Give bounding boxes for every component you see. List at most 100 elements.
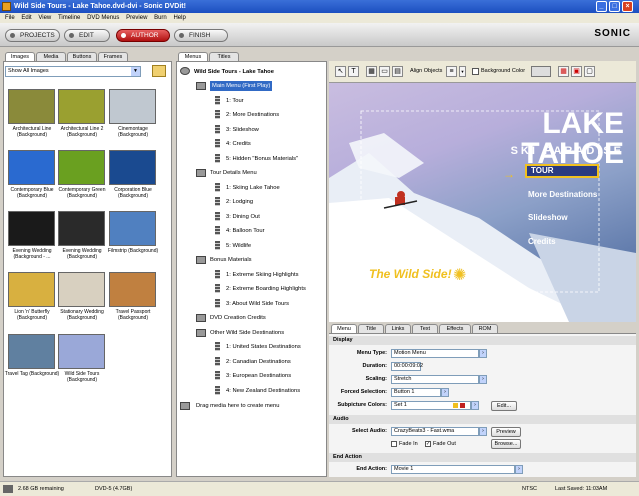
- align-dropdown-icon[interactable]: ▼: [459, 66, 466, 77]
- pointer-icon[interactable]: ↖: [335, 66, 346, 77]
- menu-burn[interactable]: Burn: [154, 15, 167, 21]
- thumbnail-image[interactable]: [8, 211, 55, 246]
- edit-mode-button[interactable]: EDIT: [64, 29, 110, 42]
- subpicture-colors-select[interactable]: Set 1: [391, 401, 471, 410]
- menu-edit[interactable]: Edit: [21, 15, 31, 21]
- menu-timeline[interactable]: Timeline: [58, 15, 80, 21]
- folder-icon[interactable]: [152, 65, 166, 77]
- chevron-right-icon[interactable]: ›: [479, 349, 487, 358]
- tree-button-item[interactable]: 3: European Destinations: [226, 371, 291, 381]
- chevron-right-icon[interactable]: ›: [515, 465, 523, 474]
- chevron-right-icon[interactable]: ›: [479, 375, 487, 384]
- select-audio-select[interactable]: CrazyBeats3 - Fast.wma: [391, 427, 479, 436]
- tree-button-item[interactable]: 4: Balloon Tour: [226, 226, 265, 236]
- thumbnail-image[interactable]: [8, 272, 55, 307]
- tree-button-item[interactable]: 3: Dining Out: [226, 212, 260, 222]
- tab-text[interactable]: Text: [412, 324, 438, 333]
- safe-area-icon[interactable]: ▭: [379, 66, 390, 77]
- tree-menu-item[interactable]: DVD Creation Credits: [210, 313, 266, 323]
- tree-menu-item[interactable]: Main Menu (First Play): [210, 81, 273, 91]
- forced-selection-select[interactable]: Button 1: [391, 388, 441, 397]
- tab-titles[interactable]: Titles: [209, 52, 239, 61]
- image-filter-select[interactable]: Show All Images ▼: [5, 66, 141, 77]
- preview-button-credits[interactable]: Credits: [528, 237, 556, 246]
- tab-buttons[interactable]: Buttons: [67, 52, 97, 61]
- thumbnail-image[interactable]: [8, 334, 55, 369]
- preview-button-more-destinations[interactable]: More Destinations: [528, 190, 597, 199]
- minimize-button[interactable]: _: [596, 1, 607, 12]
- align-objects-icon[interactable]: ≡: [446, 66, 457, 77]
- menu-type-select[interactable]: Motion Menu: [391, 349, 479, 358]
- edit-colors-button[interactable]: Edit...: [491, 401, 517, 411]
- tree-button-item[interactable]: 2: Extreme Boarding Highlights: [226, 284, 306, 294]
- tree-button-item[interactable]: 3: Slideshow: [226, 125, 259, 135]
- layout-icon[interactable]: ▤: [392, 66, 403, 77]
- tree-button-item[interactable]: 5: Hidden "Bonus Materials": [226, 154, 298, 164]
- close-button[interactable]: ×: [622, 1, 633, 12]
- tree-button-item[interactable]: 1: United States Destinations: [226, 342, 301, 352]
- tree-button-item[interactable]: 2: Canadian Destinations: [226, 357, 291, 367]
- tab-links[interactable]: Links: [385, 324, 411, 333]
- tree-menu-item[interactable]: Other Wild Side Destinations: [210, 328, 284, 338]
- tree-menu-item[interactable]: Bonus Materials: [210, 255, 252, 265]
- thumbnail-image[interactable]: [109, 89, 156, 124]
- tree-button-item[interactable]: 3: About Wild Side Tours: [226, 299, 289, 309]
- chevron-right-icon[interactable]: ›: [441, 388, 449, 397]
- tree-button-item[interactable]: 1: Skiing Lake Tahoe: [226, 183, 280, 193]
- preview-button-slideshow[interactable]: Slideshow: [528, 213, 568, 222]
- tab-images[interactable]: Images: [5, 52, 35, 61]
- tab-menus[interactable]: Menus: [178, 52, 208, 61]
- preview-button-tour[interactable]: TOUR: [525, 164, 599, 178]
- fade-in-checkbox[interactable]: [391, 441, 397, 447]
- disc-type-select[interactable]: DVD-5 (4.7GB): [95, 482, 132, 496]
- tab-title[interactable]: Title: [358, 324, 384, 333]
- thumbnail-image[interactable]: [58, 272, 105, 307]
- maximize-button[interactable]: □: [609, 1, 620, 12]
- tree-button-item[interactable]: 4: New Zealand Destinations: [226, 386, 300, 396]
- menu-preview-canvas[interactable]: LAKE TAHOE SKI PARADISE → TOUR More Dest…: [329, 83, 636, 322]
- thumbnail-image[interactable]: [58, 211, 105, 246]
- thumbnail-image[interactable]: [58, 89, 105, 124]
- tab-menu[interactable]: Menu: [331, 324, 357, 333]
- chevron-right-icon[interactable]: ›: [471, 401, 479, 410]
- menu-help[interactable]: Help: [173, 15, 185, 21]
- tree-button-item[interactable]: 1: Extreme Skiing Highlights: [226, 270, 299, 280]
- tree-button-item[interactable]: 2: More Destinations: [226, 110, 279, 120]
- tree-menu-item[interactable]: Tour Details Menu: [210, 168, 257, 178]
- thumbnail-image[interactable]: [8, 150, 55, 185]
- tab-frames[interactable]: Frames: [98, 52, 128, 61]
- menu-preview[interactable]: Preview: [126, 15, 147, 21]
- menu-file[interactable]: File: [5, 15, 15, 21]
- tree-root[interactable]: Wild Side Tours - Lake Tahoe: [194, 67, 274, 77]
- thumbnail-image[interactable]: [58, 150, 105, 185]
- zoom-icon[interactable]: ▢: [584, 66, 595, 77]
- menu-dvd-menus[interactable]: DVD Menus: [87, 15, 119, 21]
- scaling-select[interactable]: Stretch: [391, 375, 479, 384]
- tree-button-item[interactable]: 4: Credits: [226, 139, 251, 149]
- thumbnail-image[interactable]: [8, 89, 55, 124]
- safe-zone-icon[interactable]: ▣: [571, 66, 582, 77]
- thumbnail-image[interactable]: [58, 334, 105, 369]
- author-mode-button[interactable]: AUTHOR: [116, 29, 170, 42]
- background-color-checkbox[interactable]: [472, 68, 479, 75]
- grid-toggle-icon[interactable]: ▦: [558, 66, 569, 77]
- chevron-right-icon[interactable]: ›: [479, 427, 487, 436]
- background-color-swatch[interactable]: [531, 66, 551, 77]
- tree-button-item[interactable]: 5: Wildlife: [226, 241, 251, 251]
- tree-button-item[interactable]: 2: Lodging: [226, 197, 253, 207]
- browse-audio-button[interactable]: Browse...: [491, 439, 521, 449]
- projects-mode-button[interactable]: PROJECTS: [5, 29, 60, 42]
- fade-out-checkbox[interactable]: ✓: [425, 441, 431, 447]
- end-action-select[interactable]: Movie 1: [391, 465, 515, 474]
- preview-audio-button[interactable]: Preview: [491, 427, 521, 437]
- tree-button-item[interactable]: 1: Tour: [226, 96, 244, 106]
- thumbnail-image[interactable]: [109, 272, 156, 307]
- text-tool-icon[interactable]: T: [348, 66, 359, 77]
- menu-view[interactable]: View: [38, 15, 51, 21]
- thumbnail-image[interactable]: [109, 150, 156, 185]
- thumbnail-image[interactable]: [109, 211, 156, 246]
- tab-rom[interactable]: ROM: [472, 324, 498, 333]
- grid-icon[interactable]: ▦: [366, 66, 377, 77]
- duration-field[interactable]: 00:00:09:02: [391, 362, 423, 371]
- finish-mode-button[interactable]: FINISH: [174, 29, 228, 42]
